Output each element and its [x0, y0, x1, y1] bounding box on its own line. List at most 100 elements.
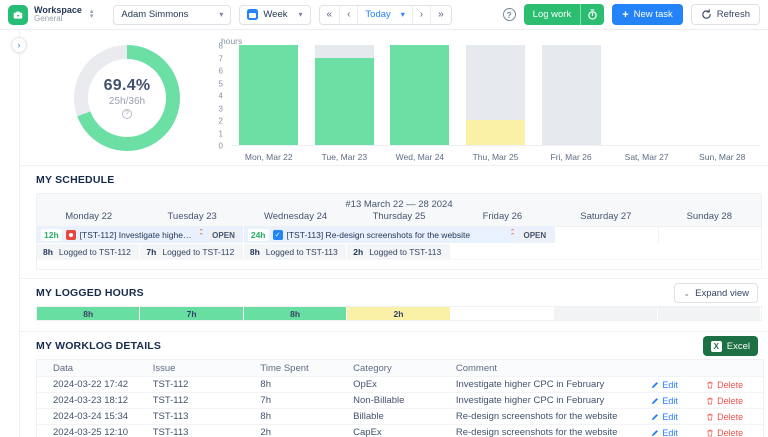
logged-cell[interactable]: 8hLogged to TST-112: [37, 244, 139, 259]
refresh-icon: [701, 9, 712, 20]
worklog-category: Non-Billable: [353, 395, 456, 406]
x-tick-label: Wed, Mar 24: [382, 152, 458, 162]
bar-column: [609, 46, 685, 145]
delete-button[interactable]: Delete: [706, 396, 763, 406]
edit-button[interactable]: Edit: [651, 380, 706, 390]
schedule-empty-cell: [554, 227, 657, 243]
y-tick-label: 6: [219, 67, 223, 76]
logged-hours-cell[interactable]: [658, 307, 760, 320]
logged-hours-cell[interactable]: 8h: [37, 307, 139, 320]
period-select-value: Week: [263, 9, 287, 20]
chevron-down-icon: ▾: [299, 10, 303, 19]
schedule-task-row: 12h [TST-112] Investigate higher CPC in …: [37, 227, 761, 243]
new-task-button[interactable]: + New task: [612, 4, 683, 25]
schedule-spacer-row: [37, 259, 761, 269]
worklog-time: 2h: [260, 427, 353, 437]
status-badge: OPEN: [208, 230, 239, 241]
nav-last-button[interactable]: »: [431, 6, 451, 24]
bar-column: [533, 46, 609, 145]
worklog-time: 8h: [260, 379, 353, 390]
worklog-issue: TST-112: [153, 379, 261, 390]
donut-percent: 69.4%: [104, 77, 151, 95]
workspace-switcher[interactable]: Workspace General ▴▾: [8, 5, 93, 25]
logged-cell[interactable]: 2hLogged to TST-113: [347, 244, 449, 259]
help-icon[interactable]: ?: [122, 109, 132, 119]
delete-button[interactable]: Delete: [706, 380, 763, 390]
x-tick-label: Thu, Mar 25: [458, 152, 534, 162]
x-tick-label: Sun, Mar 28: [684, 152, 760, 162]
bar[interactable]: [542, 45, 601, 145]
progress-donut-chart: 69.4% 25h/36h ?: [74, 45, 180, 151]
nav-prev-button[interactable]: ‹: [340, 6, 358, 24]
bar[interactable]: [239, 45, 298, 145]
today-button[interactable]: Today ▾: [358, 6, 412, 24]
delete-button[interactable]: Delete: [706, 428, 763, 437]
logged-cell[interactable]: 8hLogged to TST-113: [244, 244, 346, 259]
chart-x-axis: Mon, Mar 22Tue, Mar 23Wed, Mar 24Thu, Ma…: [231, 152, 760, 162]
priority-highest-icon: ⌃⌃: [510, 231, 516, 239]
edit-button[interactable]: Edit: [651, 412, 706, 422]
worklog-category: OpEx: [353, 379, 456, 390]
bar-column: [684, 46, 760, 145]
worklog-comment: Investigate higher CPC in February: [456, 379, 651, 390]
log-work-button[interactable]: Log work: [524, 4, 605, 25]
worklog-time: 7h: [260, 395, 353, 406]
edit-button[interactable]: Edit: [651, 396, 706, 406]
timesheet-app: Workspace General ▴▾ Adam Simmons ▾ Week…: [0, 0, 768, 437]
logged-cell[interactable]: 7hLogged to TST-112: [140, 244, 242, 259]
nav-next-button[interactable]: ›: [413, 6, 431, 24]
bar-segment-scheduled-remaining: [315, 45, 374, 58]
logged-hours-cell[interactable]: 7h: [140, 307, 242, 320]
bar[interactable]: [390, 45, 449, 145]
timer-icon[interactable]: [580, 4, 604, 25]
bar-segment-logged: [315, 58, 374, 146]
nav-first-button[interactable]: «: [320, 6, 341, 24]
day-header: Friday 26: [451, 211, 554, 222]
chevron-updown-icon[interactable]: ▴▾: [90, 10, 94, 20]
logged-hours-cell[interactable]: [451, 307, 553, 320]
column-header-category: Category: [353, 363, 456, 374]
period-select[interactable]: Week ▾: [239, 5, 310, 25]
help-icon[interactable]: ?: [503, 8, 516, 21]
logged-hours-cell[interactable]: [554, 307, 656, 320]
worklog-table: Data Issue Time Spent Category Comment 2…: [36, 359, 764, 437]
bar-column: [458, 46, 534, 145]
day-header: Wednesday 24: [244, 211, 347, 222]
edit-button[interactable]: Edit: [651, 428, 706, 437]
sidebar-expand-button[interactable]: ›: [11, 37, 27, 53]
my-schedule-section: MY SCHEDULE #13 March 22 — 28 2024 Monda…: [20, 165, 768, 270]
schedule-table: #13 March 22 — 28 2024 Monday 22 Tuesday…: [36, 193, 762, 270]
worklog-date: 2024-03-25 12:10: [37, 427, 153, 437]
logged-hours-cell[interactable]: 8h: [244, 307, 346, 320]
y-tick-label: 0: [219, 142, 223, 151]
column-header-data: Data: [37, 363, 153, 374]
logged-hours-bar: 8h 7h 8h 2h: [36, 306, 762, 321]
delete-button[interactable]: Delete: [706, 412, 763, 422]
chart-y-axis: 876543210: [205, 46, 227, 146]
bar-column: [307, 46, 383, 145]
task-bar-tst-113[interactable]: 24h ✓ [TST-113] Re-design screenshots fo…: [244, 227, 554, 243]
y-tick-label: 3: [219, 104, 223, 113]
user-select[interactable]: Adam Simmons ▾: [113, 5, 231, 25]
schedule-empty-cell: [658, 227, 761, 243]
chevron-down-icon: ⌄: [683, 289, 690, 298]
task-bar-tst-112[interactable]: 12h [TST-112] Investigate higher CPC in …: [37, 227, 243, 243]
bar[interactable]: [466, 45, 525, 145]
x-tick-label: Tue, Mar 23: [307, 152, 383, 162]
export-excel-button[interactable]: X Excel: [703, 336, 758, 356]
task-title: [TST-112] Investigate higher CPC in Febr…: [80, 230, 195, 240]
bar-segment-logged: [390, 45, 449, 145]
x-tick-label: Mon, Mar 22: [231, 152, 307, 162]
plus-icon: +: [622, 9, 628, 21]
refresh-button[interactable]: Refresh: [691, 4, 760, 25]
my-worklog-details-section: MY WORKLOG DETAILS X Excel Data Issue Ti…: [20, 331, 768, 437]
expand-view-button[interactable]: ⌄ Expand view: [674, 283, 758, 303]
bar[interactable]: [315, 45, 374, 145]
donut-ratio: 25h/36h: [109, 96, 145, 107]
task-hours-badge: 24h: [248, 229, 269, 241]
logged-hours-cell[interactable]: 2h: [347, 307, 449, 320]
y-tick-label: 4: [219, 92, 223, 101]
top-toolbar: Workspace General ▴▾ Adam Simmons ▾ Week…: [0, 0, 768, 30]
worklog-comment: Re-design screenshots for the website: [456, 427, 651, 437]
calendar-icon: [247, 9, 258, 20]
